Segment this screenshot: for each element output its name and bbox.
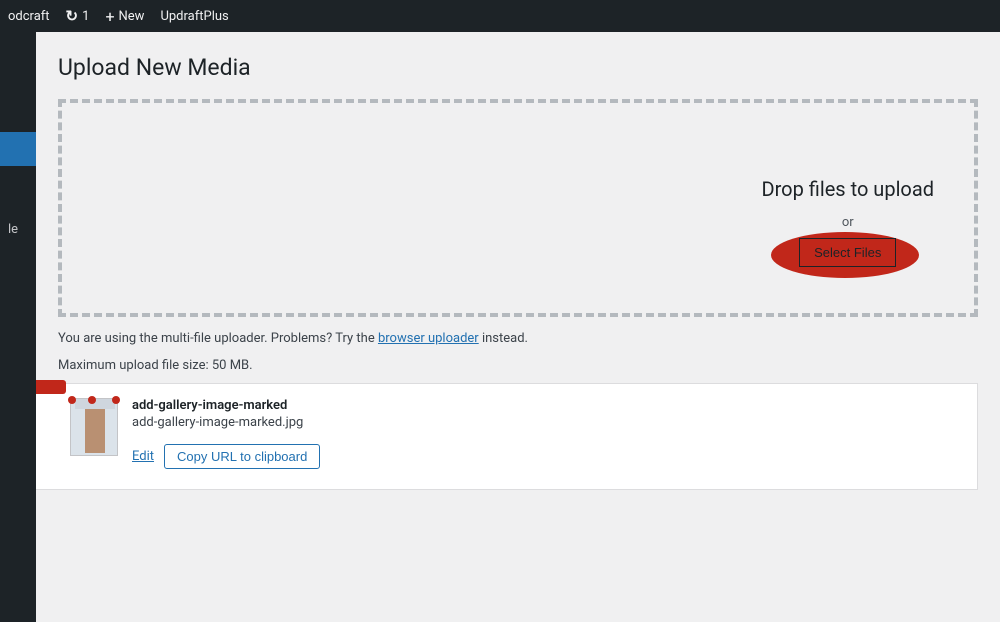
admin-bar: odcraft 1 New UpdraftPlus bbox=[0, 0, 1000, 32]
admin-bar-new[interactable]: New bbox=[105, 7, 144, 26]
updates-count: 1 bbox=[82, 9, 89, 24]
refresh-icon bbox=[66, 7, 79, 25]
copy-url-button[interactable]: Copy URL to clipboard bbox=[164, 444, 320, 469]
max-upload-size: Maximum upload file size: 50 MB. bbox=[58, 358, 978, 373]
upload-dropzone[interactable]: Drop files to upload or Select Files bbox=[58, 99, 978, 317]
annotation-dot bbox=[112, 396, 120, 404]
annotation-dot bbox=[88, 396, 96, 404]
help-prefix: You are using the multi-file uploader. P… bbox=[58, 331, 378, 346]
site-name: odcraft bbox=[8, 9, 50, 24]
annotation-tab bbox=[36, 380, 66, 394]
media-filename: add-gallery-image-marked.jpg bbox=[132, 415, 320, 430]
content-area: Upload New Media Drop files to upload or… bbox=[36, 32, 1000, 622]
sidebar-item-media[interactable] bbox=[0, 132, 36, 166]
sidebar-item-le[interactable]: le bbox=[0, 212, 36, 246]
media-title: add-gallery-image-marked bbox=[132, 398, 320, 413]
drop-instruction: Drop files to upload bbox=[761, 177, 934, 201]
new-label: New bbox=[119, 9, 145, 24]
admin-bar-updates[interactable]: 1 bbox=[66, 7, 90, 25]
uploaded-media-item: add-gallery-image-marked add-gallery-ima… bbox=[36, 383, 978, 490]
admin-bar-updraft[interactable]: UpdraftPlus bbox=[160, 9, 228, 24]
browser-uploader-link[interactable]: browser uploader bbox=[378, 331, 479, 346]
page-title: Upload New Media bbox=[58, 54, 978, 81]
uploader-help: You are using the multi-file uploader. P… bbox=[58, 331, 978, 346]
admin-sidebar: le bbox=[0, 32, 36, 622]
annotation-dot bbox=[68, 396, 76, 404]
help-suffix: instead. bbox=[479, 331, 528, 346]
select-files-button[interactable]: Select Files bbox=[799, 238, 896, 267]
media-thumbnail[interactable] bbox=[70, 398, 118, 456]
thumbnail-image bbox=[70, 398, 118, 456]
edit-media-link[interactable]: Edit bbox=[132, 449, 154, 464]
sidebar-item-label: le bbox=[8, 222, 18, 237]
admin-bar-site[interactable]: odcraft bbox=[8, 9, 50, 24]
plus-icon bbox=[105, 7, 114, 26]
updraft-label: UpdraftPlus bbox=[160, 9, 228, 24]
drop-or: or bbox=[761, 215, 934, 230]
